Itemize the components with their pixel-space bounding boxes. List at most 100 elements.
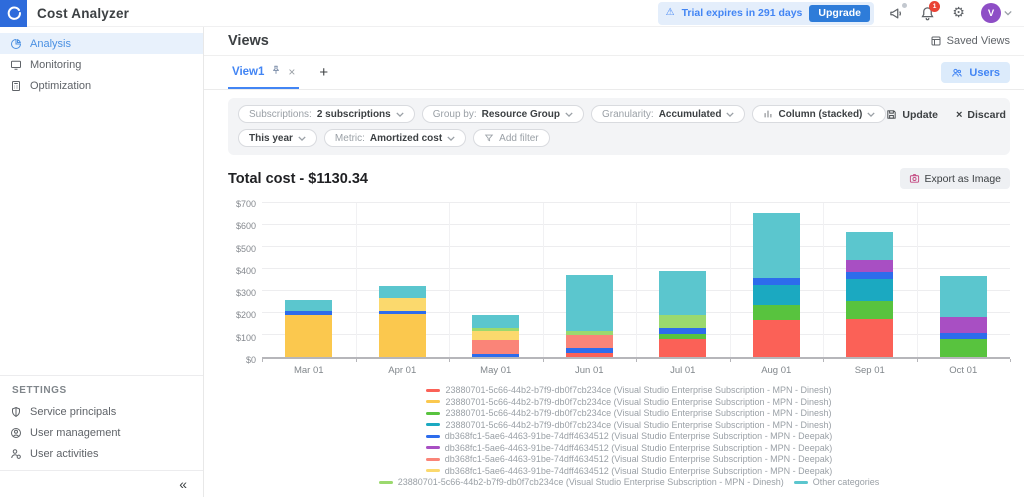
bar-segment[interactable]: [659, 271, 706, 314]
upgrade-button[interactable]: Upgrade: [809, 5, 870, 22]
legend-item[interactable]: 23880701-5c66-44b2-b7f9-db0f7cb234ce (Vi…: [426, 408, 831, 419]
close-tab-icon[interactable]: ×: [288, 65, 295, 79]
legend-item[interactable]: db368fc1-5ae6-4463-91be-74dff4634512 (Vi…: [426, 466, 832, 477]
sidebar-item-analysis[interactable]: Analysis: [0, 33, 203, 54]
filter-pill-add-filter[interactable]: Add filter: [473, 129, 549, 147]
filter-row-2: This year Metric:Amortized cost Add filter: [238, 129, 886, 147]
settings-button[interactable]: ⚙: [950, 5, 967, 22]
legend-item[interactable]: db368fc1-5ae6-4463-91be-74dff4634512 (Vi…: [426, 443, 832, 454]
bar-segment[interactable]: [753, 213, 800, 278]
legend-item[interactable]: db368fc1-5ae6-4463-91be-74dff4634512 (Vi…: [426, 454, 832, 465]
legend-label: 23880701-5c66-44b2-b7f9-db0f7cb234ce (Vi…: [398, 477, 784, 488]
filter-pill-resource-group[interactable]: Group by:Resource Group: [422, 105, 584, 123]
bar-segment[interactable]: [566, 353, 613, 357]
settings-item-user-activities[interactable]: User activities: [0, 443, 203, 464]
warning-icon: ⚠: [666, 8, 675, 18]
settings-item-user-management[interactable]: User management: [0, 422, 203, 443]
bar-sep-01[interactable]: [846, 232, 893, 357]
x-tick: [262, 359, 263, 362]
sidebar-spacer: [0, 96, 203, 375]
account-menu[interactable]: V: [981, 3, 1012, 23]
tab-bar: View1 × + Users: [204, 56, 1024, 90]
bar-apr-01[interactable]: [379, 286, 426, 357]
pill-label: Subscriptions:: [249, 109, 312, 120]
legend-item[interactable]: 23880701-5c66-44b2-b7f9-db0f7cb234ce (Vi…: [379, 477, 784, 488]
y-axis-labels: $0$100$200$300$400$500$600$700: [228, 203, 262, 359]
app-title: Cost Analyzer: [37, 6, 129, 21]
x-tick: [917, 359, 918, 362]
saved-views-button[interactable]: Saved Views: [930, 35, 1010, 47]
bar-segment[interactable]: [846, 272, 893, 279]
x-axis-labels: Mar 01Apr 01May 01Jun 01Jul 01Aug 01Sep …: [262, 365, 1010, 376]
settings-item-service-principals[interactable]: Service principals: [0, 401, 203, 422]
user-activity-icon: [10, 448, 22, 460]
bar-segment[interactable]: [566, 335, 613, 347]
notifications-button[interactable]: 1: [919, 5, 936, 22]
announcements-button[interactable]: [888, 5, 905, 22]
bar-segment[interactable]: [285, 300, 332, 311]
bar-segment[interactable]: [940, 317, 987, 333]
calculator-icon: [10, 80, 22, 92]
bar-segment[interactable]: [846, 301, 893, 319]
chevron-down-icon: [867, 112, 875, 117]
filter-pill-column-stacked-[interactable]: Column (stacked): [752, 105, 886, 123]
bar-segment[interactable]: [753, 278, 800, 285]
pie-chart-icon: [10, 38, 22, 50]
bar-segment[interactable]: [753, 320, 800, 357]
bar-segment[interactable]: [846, 319, 893, 357]
bar-segment[interactable]: [566, 275, 613, 331]
legend-item[interactable]: Other categories: [794, 477, 880, 488]
bar-may-01[interactable]: [472, 315, 519, 357]
sidebar-item-monitoring[interactable]: Monitoring: [0, 54, 203, 75]
x-tick: [449, 359, 450, 362]
users-button[interactable]: Users: [941, 62, 1010, 83]
legend-item[interactable]: 23880701-5c66-44b2-b7f9-db0f7cb234ce (Vi…: [426, 397, 831, 408]
filter-pill-2-subscriptions[interactable]: Subscriptions:2 subscriptions: [238, 105, 415, 123]
bar-segment[interactable]: [846, 260, 893, 272]
export-image-button[interactable]: Export as Image: [900, 168, 1010, 189]
bar-jun-01[interactable]: [566, 275, 613, 357]
bar-oct-01[interactable]: [940, 276, 987, 357]
discard-button[interactable]: × Discard: [956, 109, 1006, 121]
bar-segment[interactable]: [753, 305, 800, 321]
bar-segment[interactable]: [846, 279, 893, 301]
filter-pill-this-year[interactable]: This year: [238, 129, 317, 147]
gridline: [917, 203, 918, 357]
bar-aug-01[interactable]: [753, 213, 800, 357]
bar-segment[interactable]: [940, 276, 987, 317]
y-tick-label: $700: [236, 199, 256, 209]
bar-segment[interactable]: [379, 314, 426, 357]
pill-value: Column (stacked): [778, 109, 862, 120]
page-header: Views Saved Views: [204, 27, 1024, 56]
legend-item[interactable]: 23880701-5c66-44b2-b7f9-db0f7cb234ce (Vi…: [426, 420, 831, 431]
bar-jul-01[interactable]: [659, 271, 706, 357]
bar-segment[interactable]: [379, 298, 426, 311]
bar-segment[interactable]: [285, 315, 332, 357]
bar-segment[interactable]: [846, 232, 893, 260]
bar-segment[interactable]: [472, 331, 519, 340]
pin-icon[interactable]: [271, 65, 281, 78]
x-tick: [823, 359, 824, 362]
legend-label: 23880701-5c66-44b2-b7f9-db0f7cb234ce (Vi…: [445, 397, 831, 408]
bar-segment[interactable]: [940, 339, 987, 357]
bar-segment[interactable]: [472, 315, 519, 328]
collapse-sidebar-button[interactable]: «: [179, 476, 187, 492]
bar-segment[interactable]: [659, 339, 706, 357]
bar-segment[interactable]: [472, 340, 519, 354]
filter-pill-accumulated[interactable]: Granularity:Accumulated: [591, 105, 745, 123]
bar-mar-01[interactable]: [285, 300, 332, 357]
tab-view1[interactable]: View1 ×: [228, 56, 299, 89]
sidebar-item-label: User management: [30, 427, 121, 439]
sidebar-item-optimization[interactable]: Optimization: [0, 75, 203, 96]
bar-segment[interactable]: [379, 286, 426, 298]
bar-segment[interactable]: [659, 315, 706, 328]
bar-segment[interactable]: [472, 354, 519, 357]
export-image-label: Export as Image: [925, 173, 1001, 185]
legend-item[interactable]: 23880701-5c66-44b2-b7f9-db0f7cb234ce (Vi…: [426, 385, 831, 396]
update-button[interactable]: Update: [886, 109, 938, 121]
legend-item[interactable]: db368fc1-5ae6-4463-91be-74dff4634512 (Vi…: [426, 431, 832, 442]
bar-segment[interactable]: [753, 285, 800, 305]
legend-label: db368fc1-5ae6-4463-91be-74dff4634512 (Vi…: [445, 443, 832, 454]
add-tab-button[interactable]: +: [319, 64, 328, 81]
filter-pill-amortized-cost[interactable]: Metric:Amortized cost: [324, 129, 466, 147]
